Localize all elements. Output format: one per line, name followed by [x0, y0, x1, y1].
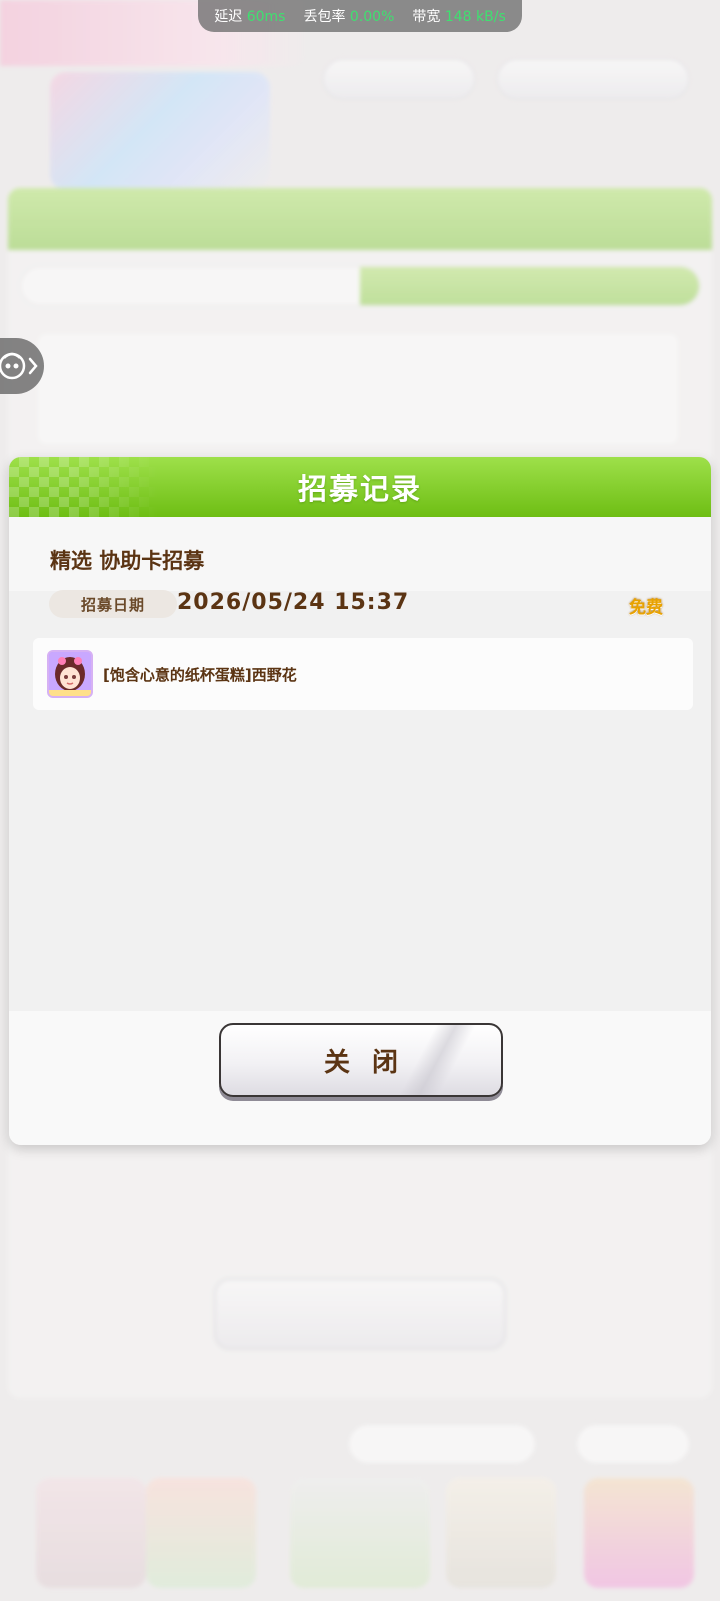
bandwidth-value: 148 kB/s: [444, 9, 506, 25]
bandwidth-label: 带宽: [412, 9, 441, 25]
packet-loss-readout: 丢包率 0.00%: [303, 6, 394, 26]
list-item: [饱含心意的纸杯蛋糕]西野花: [33, 638, 693, 710]
date-label-pill: 招募日期: [49, 590, 177, 618]
close-button[interactable]: 关闭: [219, 1023, 503, 1097]
packet-loss-label: 丢包率: [303, 9, 346, 25]
record-date: 2026/05/24 15:37: [177, 590, 410, 615]
support-card-name: [饱含心意的纸杯蛋糕]西野花: [103, 666, 297, 684]
assistant-face-icon: [0, 352, 38, 380]
latency-label: 延迟: [214, 9, 243, 25]
recruit-record-modal: 招募记录 精选 协助卡招募 招募日期 2026/05/24 15:37 免费 […: [9, 457, 711, 1145]
modal-header: 招募记录: [9, 457, 711, 517]
bandwidth-readout: 带宽 148 kB/s: [412, 6, 505, 26]
support-card-thumbnail-icon: [47, 650, 93, 698]
modal-title: 招募记录: [297, 472, 422, 506]
latency-value: 60ms: [246, 9, 286, 25]
packet-loss-value: 0.00%: [349, 9, 395, 25]
record-title: 精选 协助卡招募: [50, 549, 205, 573]
free-cost-badge: 免费: [629, 598, 663, 618]
latency-readout: 延迟 60ms: [214, 6, 285, 26]
network-status-bar: 延迟 60ms 丢包率 0.00% 带宽 148 kB/s: [198, 0, 522, 32]
floating-assistant-button[interactable]: [0, 338, 44, 394]
close-button-label: 关闭: [323, 1047, 420, 1078]
